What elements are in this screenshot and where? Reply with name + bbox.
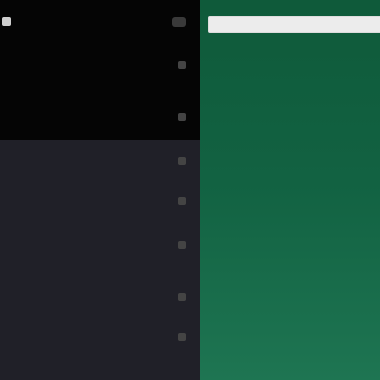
sidebar-item-5[interactable] [0, 286, 200, 308]
sidebar-item-6[interactable] [0, 326, 200, 348]
table-row[interactable] [210, 182, 376, 200]
row-action-icon[interactable] [178, 293, 186, 301]
row-action-icon[interactable] [178, 113, 186, 121]
table-row[interactable] [210, 158, 376, 176]
data-table [210, 52, 376, 320]
sidebar-header [0, 10, 200, 36]
table-row[interactable] [210, 134, 376, 152]
table-row[interactable] [210, 278, 376, 296]
table-row[interactable] [210, 230, 376, 248]
sidebar-item-4[interactable] [0, 234, 200, 256]
row-action-icon[interactable] [178, 241, 186, 249]
row-action-icon[interactable] [178, 333, 186, 341]
table-row[interactable] [210, 86, 376, 104]
table-row[interactable] [210, 302, 376, 320]
sidebar [0, 0, 200, 380]
app-window [0, 0, 380, 380]
table-row[interactable] [210, 110, 376, 128]
row-action-icon[interactable] [178, 157, 186, 165]
sidebar-item-1[interactable] [0, 106, 200, 128]
app-icon [2, 17, 11, 26]
main-panel [200, 0, 380, 380]
row-action-icon[interactable] [178, 197, 186, 205]
sidebar-item-3[interactable] [0, 190, 200, 212]
row-action-icon[interactable] [178, 61, 186, 69]
more-icon[interactable] [172, 17, 186, 27]
sidebar-item-2[interactable] [0, 150, 200, 172]
table-header [210, 52, 376, 72]
table-row[interactable] [210, 206, 376, 224]
sidebar-item-0[interactable] [0, 54, 200, 76]
table-row[interactable] [210, 254, 376, 272]
search-input[interactable] [208, 16, 380, 33]
